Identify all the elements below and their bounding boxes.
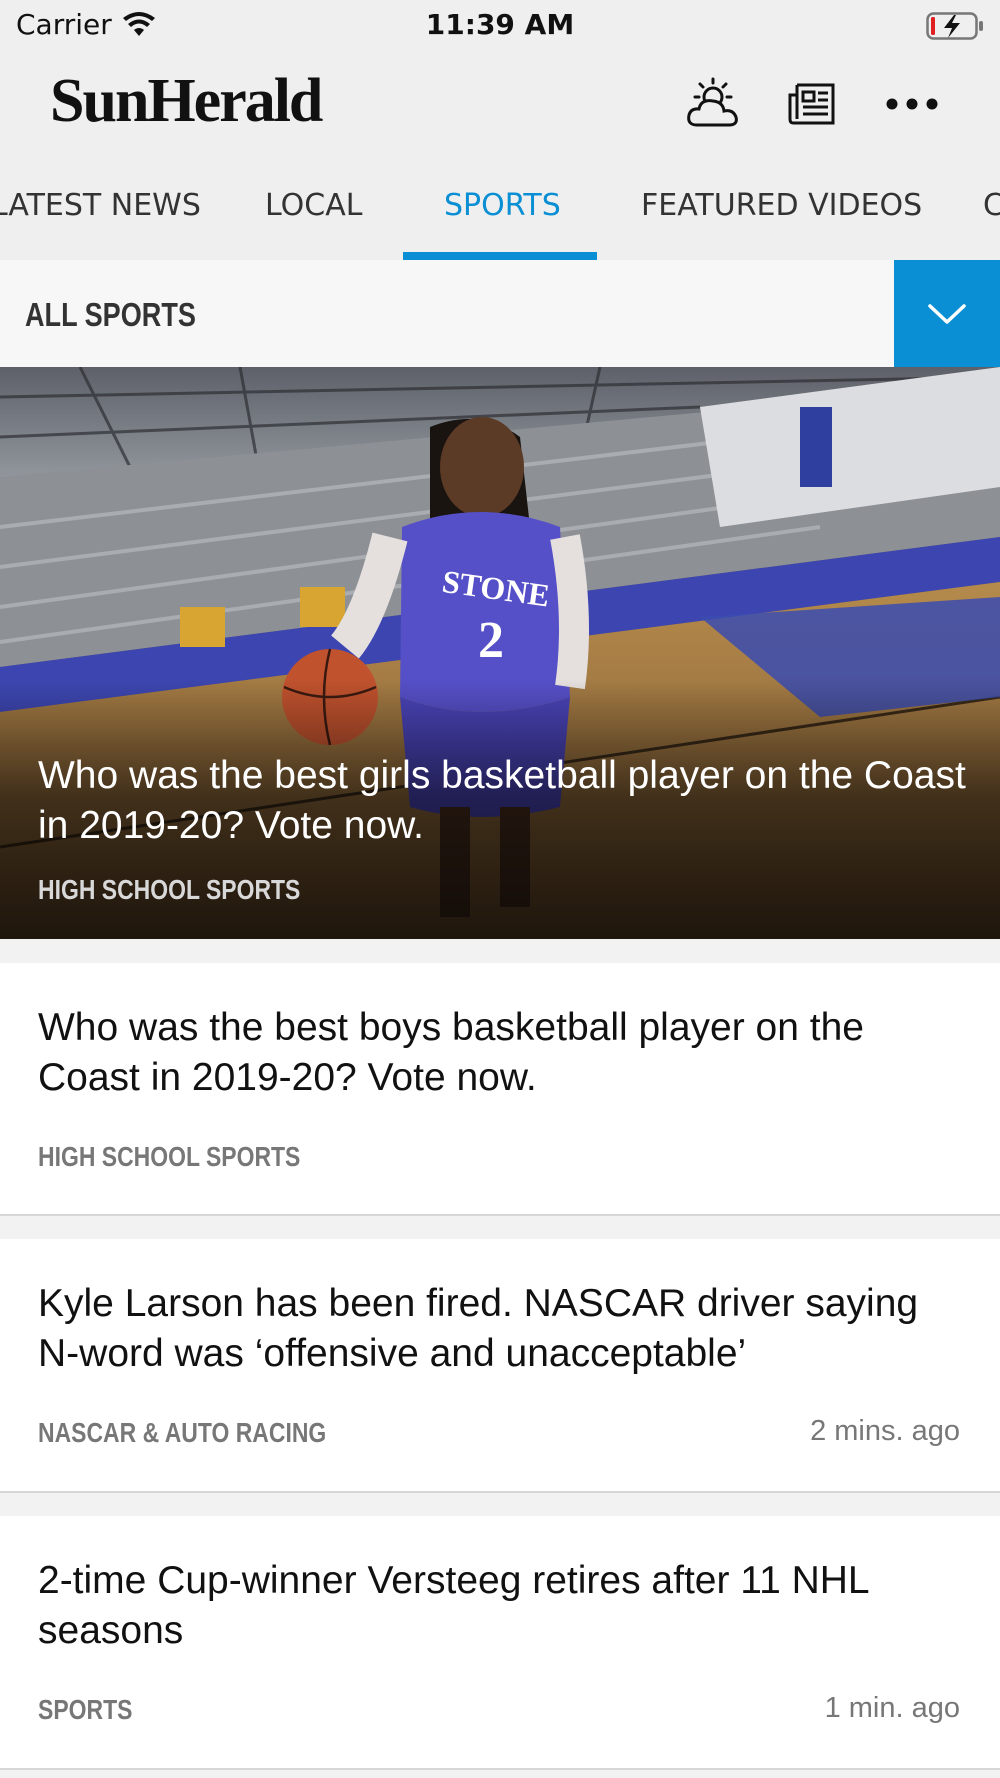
hero-headline[interactable]: Who was the best girls basketball player… <box>38 751 968 851</box>
article-headline[interactable]: 2-time Cup-winner Versteeg retires after… <box>38 1556 968 1656</box>
active-tab-indicator <box>403 252 597 260</box>
category-filter-bar: ALL SPORTS <box>0 260 1000 367</box>
weather-icon[interactable] <box>683 74 743 134</box>
clock: 11:39 AM <box>425 8 575 41</box>
tab-featured-videos[interactable]: FEATURED VIDEOS <box>641 188 922 223</box>
hero-article[interactable]: STONE 2 Who was the best girls basketbal… <box>0 367 1000 939</box>
article-timestamp: 1 min. ago <box>824 1692 960 1724</box>
tab-next-partial[interactable]: C <box>983 188 1000 223</box>
tab-sports[interactable]: SPORTS <box>444 188 561 223</box>
battery-charging-icon <box>926 12 983 40</box>
app-header: SunHerald <box>0 52 1000 152</box>
article-card[interactable]: Kyle Larson has been fired. NASCAR drive… <box>0 1239 1000 1493</box>
brand-logo[interactable]: SunHerald <box>50 66 323 137</box>
tab-local[interactable]: LOCAL <box>265 188 362 223</box>
article-headline[interactable]: Who was the best boys basketball player … <box>38 1003 968 1103</box>
article-category[interactable]: NASCAR & AUTO RACING <box>38 1417 326 1449</box>
hero-category[interactable]: HIGH SCHOOL SPORTS <box>38 874 300 906</box>
tab-latest-news[interactable]: LATEST NEWS <box>0 188 201 223</box>
status-bar: Carrier 11:39 AM <box>0 0 1000 52</box>
article-headline[interactable]: Kyle Larson has been fired. NASCAR drive… <box>38 1279 968 1379</box>
chevron-down-icon <box>928 303 966 324</box>
article-card[interactable]: 2-time Cup-winner Versteeg retires after… <box>0 1516 1000 1770</box>
svg-text:2: 2 <box>478 612 504 669</box>
article-category[interactable]: SPORTS <box>38 1694 132 1726</box>
category-filter-label[interactable]: ALL SPORTS <box>25 296 196 334</box>
category-dropdown-button[interactable] <box>894 260 1000 367</box>
article-card[interactable]: Who was the best boys basketball player … <box>0 963 1000 1216</box>
section-tabs: LATEST NEWS LOCAL SPORTS FEATURED VIDEOS… <box>0 152 1000 260</box>
article-timestamp: 2 mins. ago <box>810 1415 960 1447</box>
more-icon[interactable] <box>882 74 942 134</box>
article-category[interactable]: HIGH SCHOOL SPORTS <box>38 1141 300 1173</box>
e-edition-icon[interactable] <box>782 74 842 134</box>
